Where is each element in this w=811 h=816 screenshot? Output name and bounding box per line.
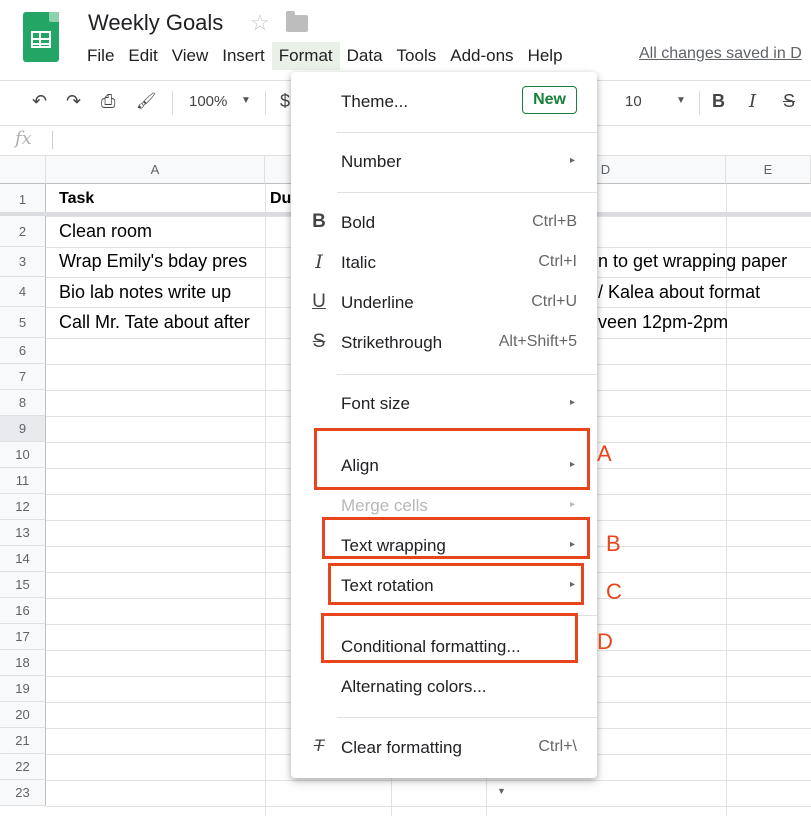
shortcut-label: Ctrl+\ bbox=[538, 738, 577, 755]
submenu-arrow-icon: ▸ bbox=[569, 499, 575, 510]
row-header[interactable]: 22 bbox=[0, 754, 46, 780]
save-status-link[interactable]: All changes saved in D bbox=[639, 45, 802, 63]
submenu-arrow-icon: ▸ bbox=[569, 155, 575, 166]
new-badge: New bbox=[522, 86, 577, 114]
menu-edit[interactable]: Edit bbox=[121, 42, 164, 70]
menu-item-bold[interactable]: B Bold Ctrl+B bbox=[291, 205, 597, 241]
cell-d3[interactable]: n to get wrapping paper bbox=[598, 251, 787, 272]
menu-file[interactable]: File bbox=[80, 42, 121, 70]
row-header[interactable]: 5 bbox=[0, 307, 46, 338]
menu-item-strikethrough[interactable]: S Strikethrough Alt+Shift+5 bbox=[291, 325, 597, 361]
underline-icon: U bbox=[312, 291, 326, 312]
paint-format-icon[interactable]: 🖌 bbox=[136, 91, 156, 111]
star-icon[interactable]: ☆ bbox=[250, 10, 270, 36]
row-header[interactable]: 6 bbox=[0, 338, 46, 364]
shortcut-label: Ctrl+B bbox=[532, 213, 577, 230]
strikethrough-icon: S bbox=[312, 331, 326, 352]
row-header[interactable]: 16 bbox=[0, 598, 46, 624]
shortcut-label: Alt+Shift+5 bbox=[498, 333, 577, 350]
annotation-label-d: D bbox=[597, 629, 613, 654]
menu-help[interactable]: Help bbox=[521, 42, 570, 70]
annotation-label-a: A bbox=[597, 441, 612, 466]
undo-icon[interactable]: ↶ bbox=[32, 91, 47, 112]
cell-a5[interactable]: Call Mr. Tate about after bbox=[59, 312, 265, 333]
column-header-e[interactable]: E bbox=[726, 156, 811, 184]
cell-b1[interactable]: Du bbox=[270, 190, 291, 208]
bold-icon: B bbox=[312, 211, 326, 232]
menu-item-number[interactable]: Number ▸ bbox=[291, 144, 597, 180]
row-header[interactable]: 23 bbox=[0, 780, 46, 806]
redo-icon[interactable]: ↷ bbox=[66, 91, 81, 112]
sheets-logo[interactable] bbox=[23, 12, 59, 62]
currency-button[interactable]: $ bbox=[280, 91, 290, 112]
cell-d5[interactable]: veen 12pm-2pm bbox=[598, 312, 728, 333]
row-header[interactable]: 11 bbox=[0, 468, 46, 494]
highlight-box-d bbox=[321, 613, 578, 663]
row-header[interactable]: 4 bbox=[0, 277, 46, 307]
row-header[interactable]: 7 bbox=[0, 364, 46, 390]
row-header[interactable]: 9 bbox=[0, 416, 46, 442]
menu-data[interactable]: Data bbox=[340, 42, 390, 70]
row-header[interactable]: 13 bbox=[0, 520, 46, 546]
row-header[interactable]: 20 bbox=[0, 702, 46, 728]
cell-a4[interactable]: Bio lab notes write up bbox=[59, 282, 265, 303]
menu-item-alternating-colors[interactable]: Alternating colors... bbox=[291, 669, 597, 705]
highlight-box-c bbox=[328, 563, 584, 605]
cell-d4[interactable]: / Kalea about format bbox=[598, 282, 760, 303]
select-all-corner[interactable] bbox=[0, 156, 46, 184]
menubar: File Edit View Insert Format Data Tools … bbox=[80, 42, 570, 70]
menu-item-clear-formatting[interactable]: T Clear formatting Ctrl+\ bbox=[291, 730, 597, 766]
cell-a3[interactable]: Wrap Emily's bday pres bbox=[59, 251, 265, 272]
row-header[interactable]: 10 bbox=[0, 442, 46, 468]
clear-formatting-icon: T bbox=[313, 736, 325, 755]
submenu-arrow-icon: ▸ bbox=[569, 397, 575, 408]
shortcut-label: Ctrl+I bbox=[538, 253, 577, 270]
column-header-a[interactable]: A bbox=[46, 156, 265, 184]
row-gridline bbox=[46, 780, 811, 781]
menu-addons[interactable]: Add-ons bbox=[443, 42, 520, 70]
row-header[interactable]: 19 bbox=[0, 676, 46, 702]
dropdown-arrow-icon[interactable]: ▼ bbox=[497, 786, 506, 796]
row-header[interactable]: 17 bbox=[0, 624, 46, 650]
fx-icon: fx bbox=[15, 128, 32, 149]
row-header[interactable]: 18 bbox=[0, 650, 46, 676]
font-size-select[interactable]: 10 bbox=[625, 93, 642, 110]
menu-insert[interactable]: Insert bbox=[215, 42, 272, 70]
print-icon[interactable]: ⎙ bbox=[101, 91, 115, 112]
folder-icon[interactable] bbox=[286, 11, 308, 32]
annotation-label-c: C bbox=[606, 579, 622, 604]
highlight-box-a bbox=[314, 428, 590, 490]
highlight-box-b bbox=[322, 517, 590, 559]
strikethrough-button[interactable]: S bbox=[783, 91, 795, 112]
row-header[interactable]: 21 bbox=[0, 728, 46, 754]
row-header[interactable]: 2 bbox=[0, 216, 46, 247]
row-header[interactable]: 3 bbox=[0, 247, 46, 277]
row-header[interactable]: 15 bbox=[0, 572, 46, 598]
menu-item-underline[interactable]: U Underline Ctrl+U bbox=[291, 285, 597, 321]
shortcut-label: Ctrl+U bbox=[531, 293, 577, 310]
menu-item-italic[interactable]: I Italic Ctrl+I bbox=[291, 245, 597, 281]
italic-icon: I bbox=[315, 251, 323, 273]
row-gridline bbox=[46, 806, 811, 807]
menu-item-theme[interactable]: Theme... New bbox=[291, 84, 597, 120]
menu-view[interactable]: View bbox=[165, 42, 216, 70]
cell-a2[interactable]: Clean room bbox=[59, 221, 152, 242]
format-menu: Theme... New Number ▸ B Bold Ctrl+B I It… bbox=[291, 72, 597, 778]
italic-button[interactable]: I bbox=[749, 91, 756, 112]
menu-format[interactable]: Format bbox=[271, 42, 340, 70]
bold-button[interactable]: B bbox=[712, 91, 725, 112]
menu-tools[interactable]: Tools bbox=[390, 42, 444, 70]
menu-item-font-size[interactable]: Font size ▸ bbox=[291, 386, 597, 422]
document-title[interactable]: Weekly Goals bbox=[88, 10, 223, 36]
row-header[interactable]: 14 bbox=[0, 546, 46, 572]
annotation-label-b: B bbox=[606, 531, 621, 556]
row-header[interactable]: 12 bbox=[0, 494, 46, 520]
chevron-down-icon[interactable]: ▼ bbox=[676, 95, 686, 106]
cell-a1[interactable]: Task bbox=[59, 190, 94, 208]
row-header[interactable]: 8 bbox=[0, 390, 46, 416]
chevron-down-icon[interactable]: ▼ bbox=[241, 95, 251, 106]
zoom-select[interactable]: 100% bbox=[189, 93, 227, 110]
